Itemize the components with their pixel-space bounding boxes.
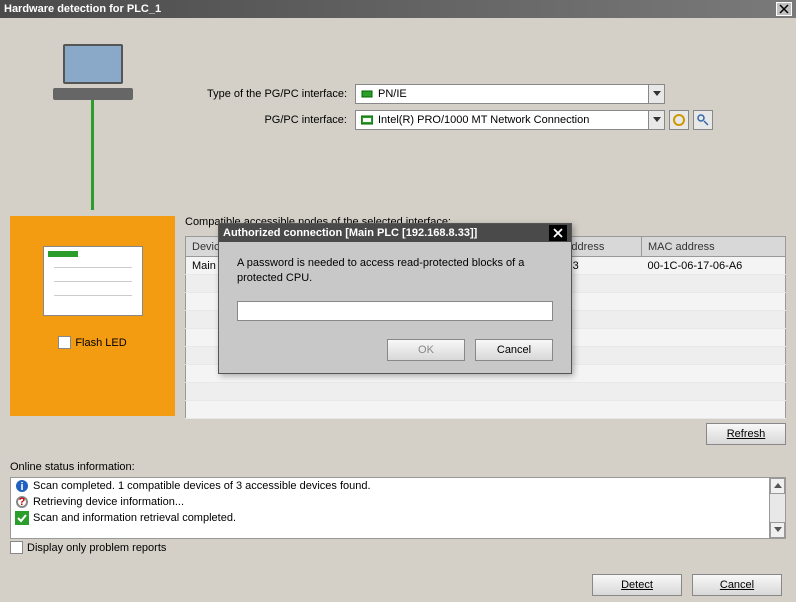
flash-led-label: Flash LED: [75, 337, 126, 349]
dropdown-arrow-icon: [648, 85, 664, 103]
check-icon: [15, 511, 29, 525]
status-text: Scan and information retrieval completed…: [33, 512, 236, 524]
status-scrollbar[interactable]: [769, 478, 785, 538]
status-text: Retrieving device information...: [33, 496, 184, 508]
status-item: ? Retrieving device information...: [11, 494, 785, 510]
refresh-button[interactable]: Refresh: [706, 423, 786, 445]
dialog-close-button[interactable]: [549, 225, 567, 241]
status-item: Scan and information retrieval completed…: [11, 510, 785, 526]
interface-type-select[interactable]: PN/IE: [355, 84, 665, 104]
detect-button[interactable]: Detect: [592, 574, 682, 596]
dialog-message: A password is needed to access read-prot…: [237, 256, 553, 287]
svg-text:i: i: [20, 481, 23, 493]
interface-search-button[interactable]: [693, 110, 713, 130]
display-only-problems-checkbox[interactable]: [10, 541, 23, 554]
interface-pg-select[interactable]: Intel(R) PRO/1000 MT Network Connection: [355, 110, 665, 130]
flash-led-checkbox[interactable]: [58, 336, 71, 349]
dialog-cancel-button[interactable]: Cancel: [475, 339, 553, 361]
laptop-icon: [53, 44, 133, 100]
interface-type-value: PN/IE: [378, 88, 660, 100]
window-title: Hardware detection for PLC_1: [4, 3, 776, 15]
scroll-up-button[interactable]: [770, 478, 785, 494]
device-preview-panel: Flash LED: [10, 216, 175, 416]
authorized-connection-dialog: Authorized connection [Main PLC [192.168…: [218, 223, 572, 374]
window-close-button[interactable]: [776, 2, 792, 16]
interface-type-label: Type of the PG/PC interface:: [185, 88, 355, 100]
info-icon: i: [15, 479, 29, 493]
dialog-ok-button[interactable]: OK: [387, 339, 465, 361]
cancel-button[interactable]: Cancel: [692, 574, 782, 596]
interface-config-button[interactable]: [669, 110, 689, 130]
display-only-problems-label: Display only problem reports: [27, 542, 166, 554]
interface-pg-value: Intel(R) PRO/1000 MT Network Connection: [378, 114, 660, 126]
dialog-title: Authorized connection [Main PLC [192.168…: [223, 227, 549, 239]
pnie-icon: [360, 87, 374, 101]
password-input[interactable]: [237, 301, 553, 321]
dropdown-arrow-icon: [648, 111, 664, 129]
interface-pg-label: PG/PC interface:: [185, 114, 355, 126]
connection-cable-icon: [91, 100, 94, 210]
pg-pc-graphic: [10, 24, 175, 210]
retrieving-icon: ?: [15, 495, 29, 509]
scroll-down-button[interactable]: [770, 522, 785, 538]
col-mac[interactable]: MAC address: [642, 237, 786, 257]
status-text: Scan completed. 1 compatible devices of …: [33, 480, 371, 492]
table-row: [186, 401, 786, 419]
window-titlebar: Hardware detection for PLC_1: [0, 0, 796, 18]
dialog-titlebar[interactable]: Authorized connection [Main PLC [192.168…: [219, 224, 571, 242]
online-status-label: Online status information:: [10, 461, 786, 473]
status-list: i Scan completed. 1 compatible devices o…: [10, 477, 786, 539]
device-module-icon: [43, 246, 143, 316]
status-item: i Scan completed. 1 compatible devices o…: [11, 478, 785, 494]
svg-text:?: ?: [19, 496, 26, 508]
cell-mac: 00-1C-06-17-06-A6: [642, 257, 786, 275]
table-row: [186, 383, 786, 401]
network-adapter-icon: [360, 113, 374, 127]
